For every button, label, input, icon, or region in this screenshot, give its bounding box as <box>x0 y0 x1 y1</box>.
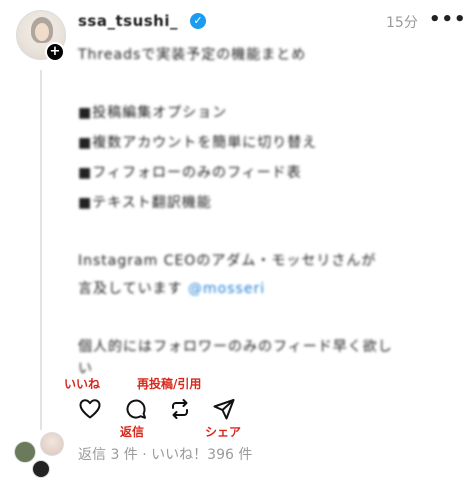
annotation-share: シェア <box>205 425 242 439</box>
follow-plus-icon[interactable]: + <box>45 42 65 62</box>
post-line-5: ■テキスト翻訳機能 <box>78 195 212 211</box>
annotation-repost: 再投稿/引用 <box>137 377 202 391</box>
post-line-6: Instagram CEOのアダム・モッセリさんが <box>78 253 377 269</box>
repost-icon[interactable] <box>168 397 192 421</box>
post-stats[interactable]: 返信 3 件 · いいね！396 件 <box>78 444 252 464</box>
verified-badge-icon: ✓ <box>190 13 206 29</box>
post-line-8: 個人的にはフォロワーのみのフィード早く欲し <box>78 339 393 355</box>
post-line-7: 言及しています @mosseri <box>78 278 265 298</box>
send-icon[interactable] <box>212 397 236 421</box>
heart-icon[interactable] <box>78 397 102 421</box>
post-line-4: ■フィフォローのみのフィード表 <box>78 165 302 181</box>
post-line-3: ■複数アカウントを簡単に切り替え <box>78 135 318 151</box>
mention-link[interactable]: @mosseri <box>188 281 265 297</box>
replier-avatar-2[interactable] <box>40 432 64 456</box>
thread-line <box>40 70 42 430</box>
annotation-like: いいね <box>64 377 101 391</box>
annotation-reply: 返信 <box>120 425 145 439</box>
author-username[interactable]: ssa_tsushi_ <box>78 12 178 30</box>
replier-avatar-3[interactable] <box>32 460 50 478</box>
post-time: 15分 <box>386 15 418 31</box>
post-line-7-text: 言及しています <box>78 281 183 297</box>
post-line-2: ■投稿編集オプション <box>78 105 228 121</box>
comment-icon[interactable] <box>124 397 148 421</box>
post-line-1: Threadsで実装予定の機能まとめ <box>78 47 307 63</box>
replier-avatar-1[interactable] <box>14 441 36 463</box>
more-options-icon[interactable]: ••• <box>429 9 467 30</box>
